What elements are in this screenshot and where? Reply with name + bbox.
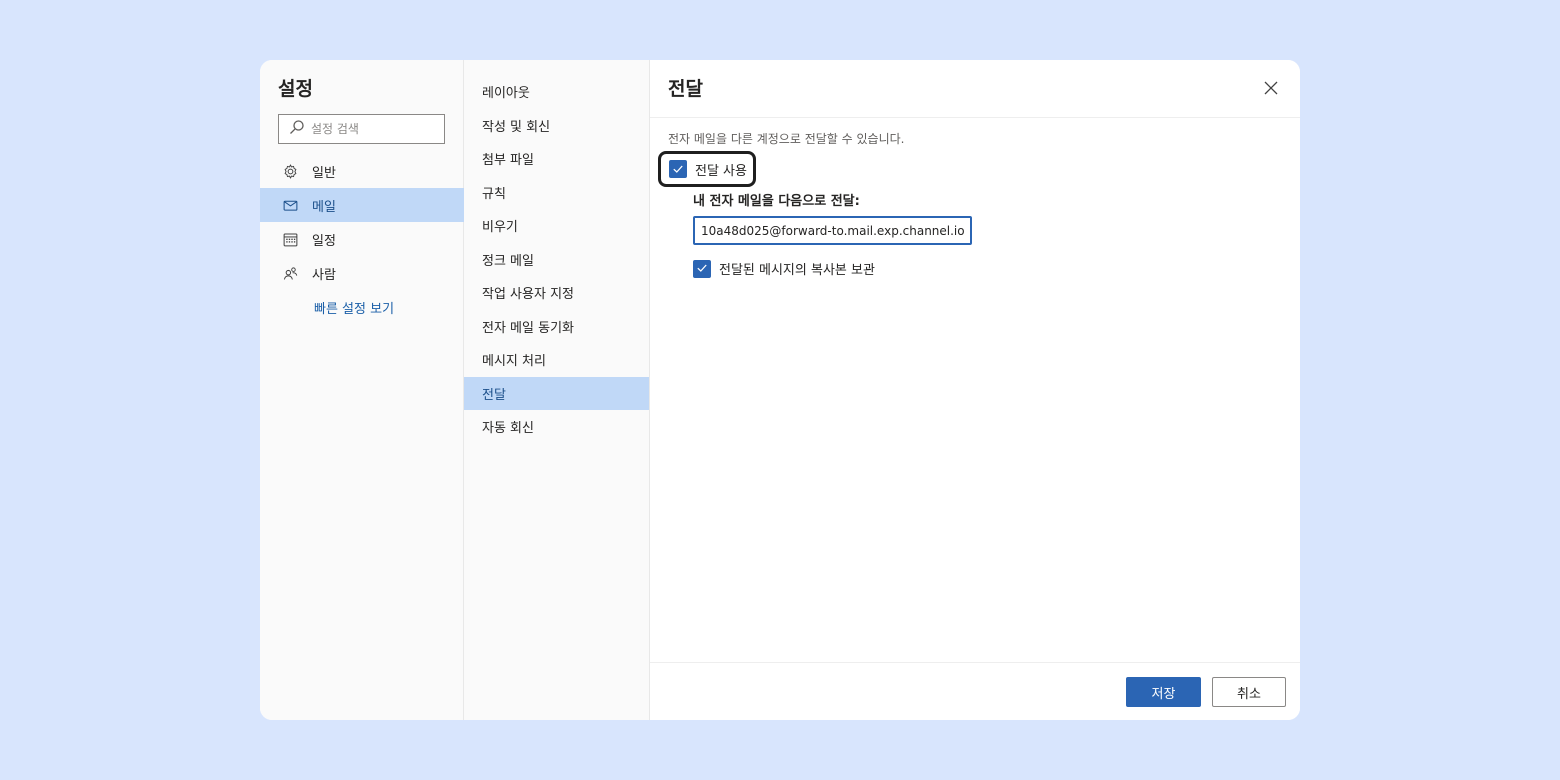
- panel-title: 전달: [668, 78, 703, 100]
- section-item-message-handling[interactable]: 메시지 처리: [464, 343, 649, 377]
- panel-header: 전달: [650, 60, 1300, 118]
- keep-copy-row: 전달된 메시지의 복사본 보관: [693, 259, 875, 278]
- panel-footer: 저장 취소: [650, 662, 1300, 720]
- nav-item-people[interactable]: 사람: [260, 256, 464, 290]
- save-button[interactable]: 저장: [1126, 677, 1201, 707]
- nav-item-general[interactable]: 일반: [260, 154, 464, 188]
- keep-copy-checkbox[interactable]: [693, 259, 711, 278]
- section-item-customize-actions[interactable]: 작업 사용자 지정: [464, 276, 649, 310]
- enable-forwarding-checkbox[interactable]: [669, 160, 687, 178]
- settings-sidebar: 설정 일반 메일: [260, 60, 464, 720]
- forwarding-description: 전자 메일을 다른 계정으로 전달할 수 있습니다.: [668, 132, 905, 146]
- cancel-button[interactable]: 취소: [1212, 677, 1286, 707]
- mail-section-list: 레이아웃 작성 및 회신 첨부 파일 규칙 비우기 정크 메일 작업 사용자 지…: [464, 60, 650, 720]
- forwarding-panel: 전달 전자 메일을 다른 계정으로 전달할 수 있습니다. 전달 사용 내 전자…: [650, 60, 1300, 720]
- nav-item-calendar[interactable]: 일정: [260, 222, 464, 256]
- settings-title: 설정: [278, 78, 313, 100]
- section-item-sweep[interactable]: 비우기: [464, 209, 649, 243]
- mail-icon: [282, 197, 299, 214]
- section-item-compose-reply[interactable]: 작성 및 회신: [464, 109, 649, 143]
- nav-item-label: 사람: [312, 267, 336, 283]
- enable-forwarding-label: 전달 사용: [695, 163, 747, 179]
- section-item-layout[interactable]: 레이아웃: [464, 75, 649, 109]
- enable-forwarding-highlight: 전달 사용: [658, 151, 756, 187]
- forward-to-email-input[interactable]: [693, 216, 972, 245]
- forward-to-label: 내 전자 메일을 다음으로 전달:: [693, 194, 860, 209]
- close-icon: [1264, 80, 1278, 99]
- section-item-sync-email[interactable]: 전자 메일 동기화: [464, 310, 649, 344]
- keep-copy-label: 전달된 메시지의 복사본 보관: [719, 263, 875, 278]
- checkmark-icon: [672, 160, 684, 179]
- checkmark-icon: [696, 259, 708, 278]
- search-icon: [289, 119, 305, 139]
- nav-item-mail[interactable]: 메일: [260, 188, 464, 222]
- close-button[interactable]: [1260, 78, 1282, 100]
- section-item-rules[interactable]: 규칙: [464, 176, 649, 210]
- settings-dialog: 설정 일반 메일: [260, 60, 1300, 720]
- gear-icon: [282, 163, 299, 180]
- settings-search-box[interactable]: [278, 114, 445, 144]
- section-item-attachments[interactable]: 첨부 파일: [464, 142, 649, 176]
- settings-search-input[interactable]: [311, 122, 431, 136]
- nav-item-label: 일정: [312, 233, 336, 249]
- section-item-forwarding[interactable]: 전달: [464, 376, 649, 410]
- nav-item-label: 일반: [312, 165, 336, 181]
- people-icon: [282, 265, 299, 282]
- quick-settings-link[interactable]: 빠른 설정 보기: [314, 298, 394, 317]
- section-item-junk-mail[interactable]: 정크 메일: [464, 243, 649, 277]
- calendar-icon: [282, 231, 299, 248]
- section-item-automatic-replies[interactable]: 자동 회신: [464, 410, 649, 444]
- settings-nav: 일반 메일 일정 사람: [260, 154, 464, 290]
- nav-item-label: 메일: [312, 199, 336, 215]
